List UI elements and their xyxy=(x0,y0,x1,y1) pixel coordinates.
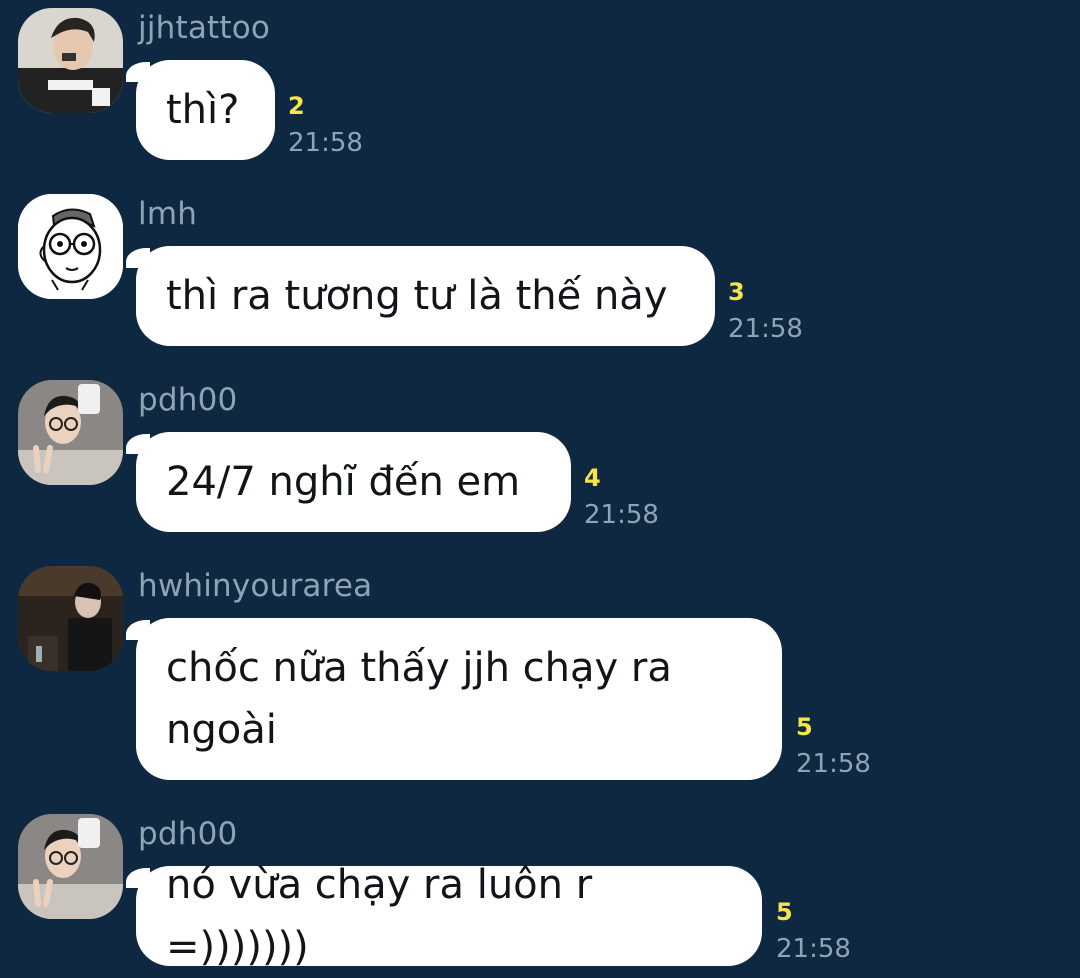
selfie-peace-sign-photo-icon xyxy=(18,814,123,919)
message-bubble[interactable]: chốc nữa thấy jjh chạy ra ngoài xyxy=(136,618,782,780)
sender-name: hwhinyourarea xyxy=(138,568,373,604)
message-text: thì? xyxy=(166,87,240,133)
avatar[interactable] xyxy=(18,566,123,671)
message-bubble[interactable]: nó vừa chạy ra luôn r =))))))) xyxy=(136,862,762,970)
message-text-line: chốc nữa thấy jjh chạy ra xyxy=(166,645,672,691)
cartoon-glasses-face-icon xyxy=(18,194,123,299)
unread-count: 5 xyxy=(796,713,813,741)
selfie-peace-sign-photo-icon xyxy=(18,380,123,485)
unread-count: 3 xyxy=(728,278,745,306)
message-text: chốc nữa thấy jjh chạy ra ngoài xyxy=(166,637,672,761)
sender-name: lmh xyxy=(138,196,198,232)
message-time: 21:58 xyxy=(584,500,659,530)
dark-cafe-photo-icon xyxy=(18,566,123,671)
message-time: 21:58 xyxy=(288,128,363,158)
avatar[interactable] xyxy=(18,814,123,919)
message-bubble[interactable]: thì ra tương tư là thế này xyxy=(136,246,715,346)
message-text: 24/7 nghĩ đến em xyxy=(166,459,521,505)
man-on-phone-photo-icon xyxy=(18,8,123,113)
message-time: 21:58 xyxy=(776,934,851,964)
message-bubble[interactable]: thì? xyxy=(136,60,275,160)
message-time: 21:58 xyxy=(728,314,803,344)
avatar[interactable] xyxy=(18,380,123,485)
message-bubble[interactable]: 24/7 nghĩ đến em xyxy=(136,432,571,532)
unread-count: 2 xyxy=(288,92,305,120)
message-text: nó vừa chạy ra luôn r =))))))) xyxy=(166,862,593,970)
message-time: 21:58 xyxy=(796,749,871,779)
message-text: thì ra tương tư là thế này xyxy=(166,273,668,319)
sender-name: pdh00 xyxy=(138,816,238,852)
sender-name: pdh00 xyxy=(138,382,238,418)
unread-count: 5 xyxy=(776,898,793,926)
sender-name: jjhtattoo xyxy=(138,10,271,46)
avatar[interactable] xyxy=(18,8,123,113)
avatar[interactable] xyxy=(18,194,123,299)
unread-count: 4 xyxy=(584,464,601,492)
message-text-line: ngoài xyxy=(166,707,277,753)
